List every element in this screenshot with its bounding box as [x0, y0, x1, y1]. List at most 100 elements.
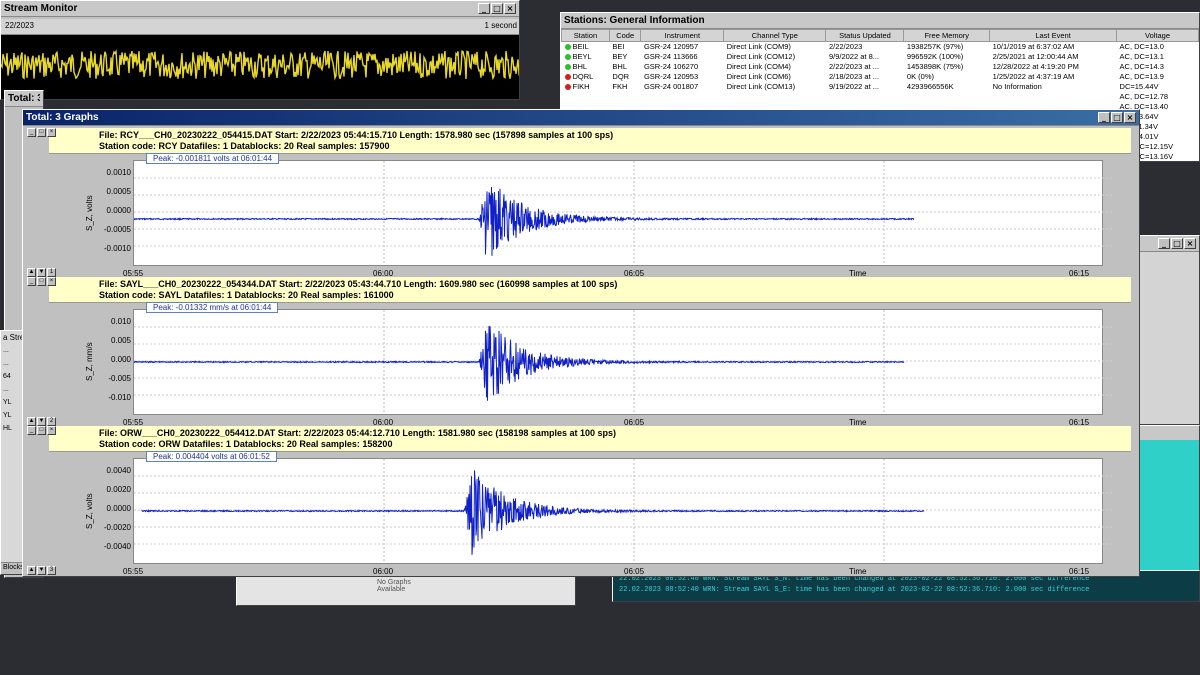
y-tick-label: -0.0010 [103, 244, 131, 253]
cell-last_event: 2/25/2021 at 12:00:44 AM [992, 52, 1079, 61]
cell-memory: 0K (0%) [906, 72, 935, 81]
cell-instrument: GSR-24 120953 [643, 72, 699, 81]
minimize-icon[interactable]: _ [1098, 112, 1110, 123]
stations-titlebar[interactable]: Stations: General Information [561, 13, 1199, 29]
close-icon[interactable]: × [1184, 238, 1196, 249]
status-dot-icon [564, 64, 571, 71]
column-header[interactable]: Last Event [989, 29, 1118, 42]
close-icon[interactable]: × [1124, 112, 1136, 123]
y-tick-label: -0.0020 [103, 523, 131, 532]
x-tick-label: Time [849, 567, 867, 576]
minimize-icon[interactable]: _ [27, 426, 36, 435]
minimize-icon[interactable]: _ [478, 3, 490, 14]
panel-index: 3 [47, 566, 56, 575]
station-row[interactable]: BEYL BEY GSR-24 113666 Direct Link (COM12) 9… [562, 52, 1199, 62]
stream-date: 22/2023 [5, 21, 34, 30]
cell-code: FKH [612, 82, 628, 91]
y-tick-label: 0.0040 [106, 466, 131, 475]
log-line: 22.02.2023 08:52:40 WRN: Stream SAYL S_E… [619, 586, 1090, 594]
peak-readout: Peak: 0.004404 volts at 06:01:52 [146, 451, 277, 462]
cell-updated: 9/9/2022 at 8... [828, 52, 879, 61]
no-graphs-text: No Graphs Available [377, 579, 411, 593]
graphs-title: Total: 3 Graphs [26, 112, 99, 123]
arrow-up-icon[interactable]: ▲ [27, 417, 36, 426]
cell-updated: 2/22/2023 [828, 42, 863, 52]
maximize-icon[interactable]: □ [37, 426, 46, 435]
maximize-icon[interactable]: □ [1171, 238, 1183, 249]
total31-titlebar[interactable]: Total: 31 Graphs [5, 91, 43, 107]
cell-instrument: GSR-24 001807 [643, 82, 699, 91]
cell-last_event: 10/1/2019 at 6:37:02 AM [992, 42, 1075, 52]
minimize-icon[interactable]: _ [27, 277, 36, 286]
panel-controls: _ □ × [27, 426, 57, 436]
close-icon[interactable]: × [504, 3, 516, 14]
arrow-down-icon[interactable]: ▼ [37, 417, 46, 426]
y-tick-label: -0.0005 [103, 225, 131, 234]
arrow-down-icon[interactable]: ▼ [37, 268, 46, 277]
seismogram-plot[interactable]: Peak: 0.004404 volts at 06:01:52 [133, 451, 1114, 564]
column-header[interactable]: Station [561, 29, 610, 42]
station-row[interactable]: FIKH FKH GSR-24 001807 Direct Link (COM13) 9… [562, 82, 1199, 92]
y-tick-label: 0.010 [110, 317, 131, 326]
cell-code: DQR [612, 72, 630, 81]
cell-last_event: 1/25/2022 at 4:37:19 AM [992, 72, 1075, 81]
column-header[interactable]: Voltage [1116, 29, 1199, 42]
station-row[interactable]: BEIL BEI GSR-24 120957 Direct Link (COM9) 2/… [562, 42, 1199, 52]
x-tick-label: 05:55 [123, 567, 144, 576]
column-header[interactable]: Code [608, 29, 642, 42]
station-row[interactable]: BHL BHL GSR-24 106270 Direct Link (COM4) 2/2… [562, 62, 1199, 72]
y-tick-label: 0.0020 [106, 485, 131, 494]
file-info: File: SAYL___CH0_20230222_054344.DAT Sta… [49, 277, 1131, 303]
peak-readout: Peak: -0.001811 volts at 06:01:44 [146, 153, 280, 164]
status-dot-icon [564, 84, 571, 91]
panel-controls: _ □ × [27, 128, 57, 138]
cell-voltage: AC, DC=13.1 [1119, 52, 1164, 61]
seismogram-plot[interactable]: Peak: -0.001811 volts at 06:01:44 [133, 153, 1114, 266]
minimize-icon[interactable]: _ [1158, 238, 1170, 249]
graph-panel: File: SAYL___CH0_20230222_054344.DAT Sta… [27, 277, 1139, 429]
maximize-icon[interactable]: □ [491, 3, 503, 14]
file-line: File: ORW___CH0_20230222_054412.DAT Star… [99, 428, 616, 438]
cell-station: BEYL [572, 52, 592, 61]
graphs-window[interactable]: Total: 3 Graphs _ □ × File: RCY___CH0_2023… [22, 109, 1140, 577]
maximize-icon[interactable]: □ [1111, 112, 1123, 123]
cell-channel: Direct Link (COM12) [726, 52, 796, 61]
status-dot-icon [564, 44, 571, 51]
minimize-icon[interactable]: _ [27, 128, 36, 137]
y-tick-label: -0.010 [108, 393, 131, 402]
column-header[interactable]: Channel Type [723, 29, 827, 42]
close-icon[interactable]: × [47, 426, 56, 435]
station-line: Station code: RCY Datafiles: 1 Datablock… [99, 141, 390, 151]
cell-channel: Direct Link (COM6) [726, 72, 791, 81]
cell-code: BEI [612, 42, 625, 52]
maximize-icon[interactable]: □ [37, 128, 46, 137]
cell-last_event: No Information [992, 82, 1042, 91]
arrow-up-icon[interactable]: ▲ [27, 566, 36, 575]
arrow-down-icon[interactable]: ▼ [37, 566, 46, 575]
close-icon[interactable]: × [47, 128, 56, 137]
cell-station: DQRL [572, 72, 594, 81]
station-line: Station code: ORW Datafiles: 1 Datablock… [99, 439, 393, 449]
column-header[interactable]: Free Memory [903, 29, 991, 42]
station-row[interactable]: AC, DC=12.78 [562, 92, 1199, 102]
seismogram-plot[interactable]: Peak: -0.01332 mm/s at 06:01:44 [133, 302, 1114, 415]
maximize-icon[interactable]: □ [37, 277, 46, 286]
cell-updated: 2/18/2023 at ... [828, 72, 879, 81]
stream-monitor-titlebar[interactable]: Stream Monitor _ □ × [1, 1, 519, 17]
column-header[interactable]: Status Updated [825, 29, 905, 42]
station-row[interactable]: DQRL DQR GSR-24 120953 Direct Link (COM6) 2/… [562, 72, 1199, 82]
file-info: File: RCY___CH0_20230222_054415.DAT Star… [49, 128, 1131, 154]
column-header[interactable]: Instrument [640, 29, 725, 42]
y-tick-label: 0.0000 [106, 504, 131, 513]
y-tick-label: -0.005 [108, 374, 131, 383]
cell-updated: 2/22/2023 at ... [828, 62, 879, 71]
cell-code: BHL [612, 62, 627, 71]
graphs-titlebar[interactable]: Total: 3 Graphs _ □ × [23, 110, 1139, 126]
arrow-up-icon[interactable]: ▲ [27, 268, 36, 277]
interval-select[interactable]: 1 second [485, 21, 517, 32]
y-tick-label: 0.000 [110, 355, 131, 364]
graph-panel: File: ORW___CH0_20230222_054412.DAT Star… [27, 426, 1139, 576]
close-icon[interactable]: × [47, 277, 56, 286]
stream-monitor-window[interactable]: Stream Monitor _ □ × 22/2023 1 second [0, 0, 520, 100]
station-line: Station code: SAYL Datafiles: 1 Databloc… [99, 290, 394, 300]
